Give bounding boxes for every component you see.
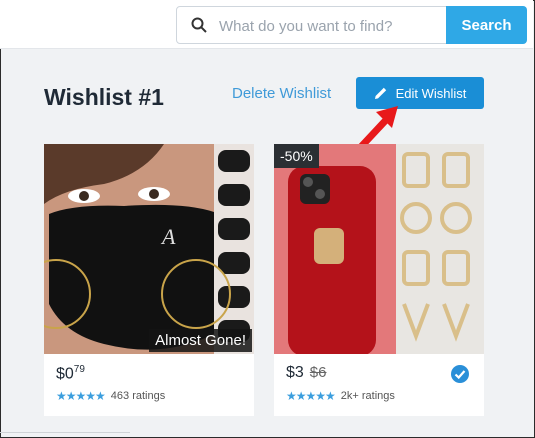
search-input[interactable] <box>217 7 481 45</box>
svg-text:A: A <box>160 224 176 249</box>
verified-check-icon <box>451 365 469 383</box>
pencil-icon <box>374 87 386 99</box>
star-rating-icon: ★★★★★ <box>286 389 336 403</box>
product-rating: ★★★★★ 463 ratings <box>56 389 165 403</box>
divider <box>0 432 130 433</box>
top-bar: Search <box>0 0 533 49</box>
star-rating-icon: ★★★★★ <box>56 389 106 403</box>
product-card[interactable]: -50% $3 $6 ★★★★★ 2k+ ratings <box>274 144 484 416</box>
discount-badge: -50% <box>274 144 319 168</box>
product-price: $079 <box>56 364 85 383</box>
product-image-phone-ring[interactable]: -50% <box>274 144 484 354</box>
product-rating: ★★★★★ 2k+ ratings <box>286 389 395 403</box>
page-title: Wishlist #1 <box>44 84 164 110</box>
almost-gone-badge: Almost Gone! <box>149 329 252 352</box>
ratings-count: 463 ratings <box>110 390 166 402</box>
product-image-face-mask[interactable]: A Almost Gone! <box>44 144 254 354</box>
product-price: $3 $6 <box>286 364 327 381</box>
search-button[interactable]: Search <box>446 6 527 44</box>
product-card[interactable]: A Almost Gone! $079 ★★★★★ 463 ratings <box>44 144 254 416</box>
edit-wishlist-label: Edit Wishlist <box>395 85 467 101</box>
delete-wishlist-link[interactable]: Delete Wishlist <box>232 85 331 102</box>
ratings-count: 2k+ ratings <box>340 390 395 402</box>
original-price: $6 <box>309 364 327 381</box>
search-icon <box>191 17 207 33</box>
